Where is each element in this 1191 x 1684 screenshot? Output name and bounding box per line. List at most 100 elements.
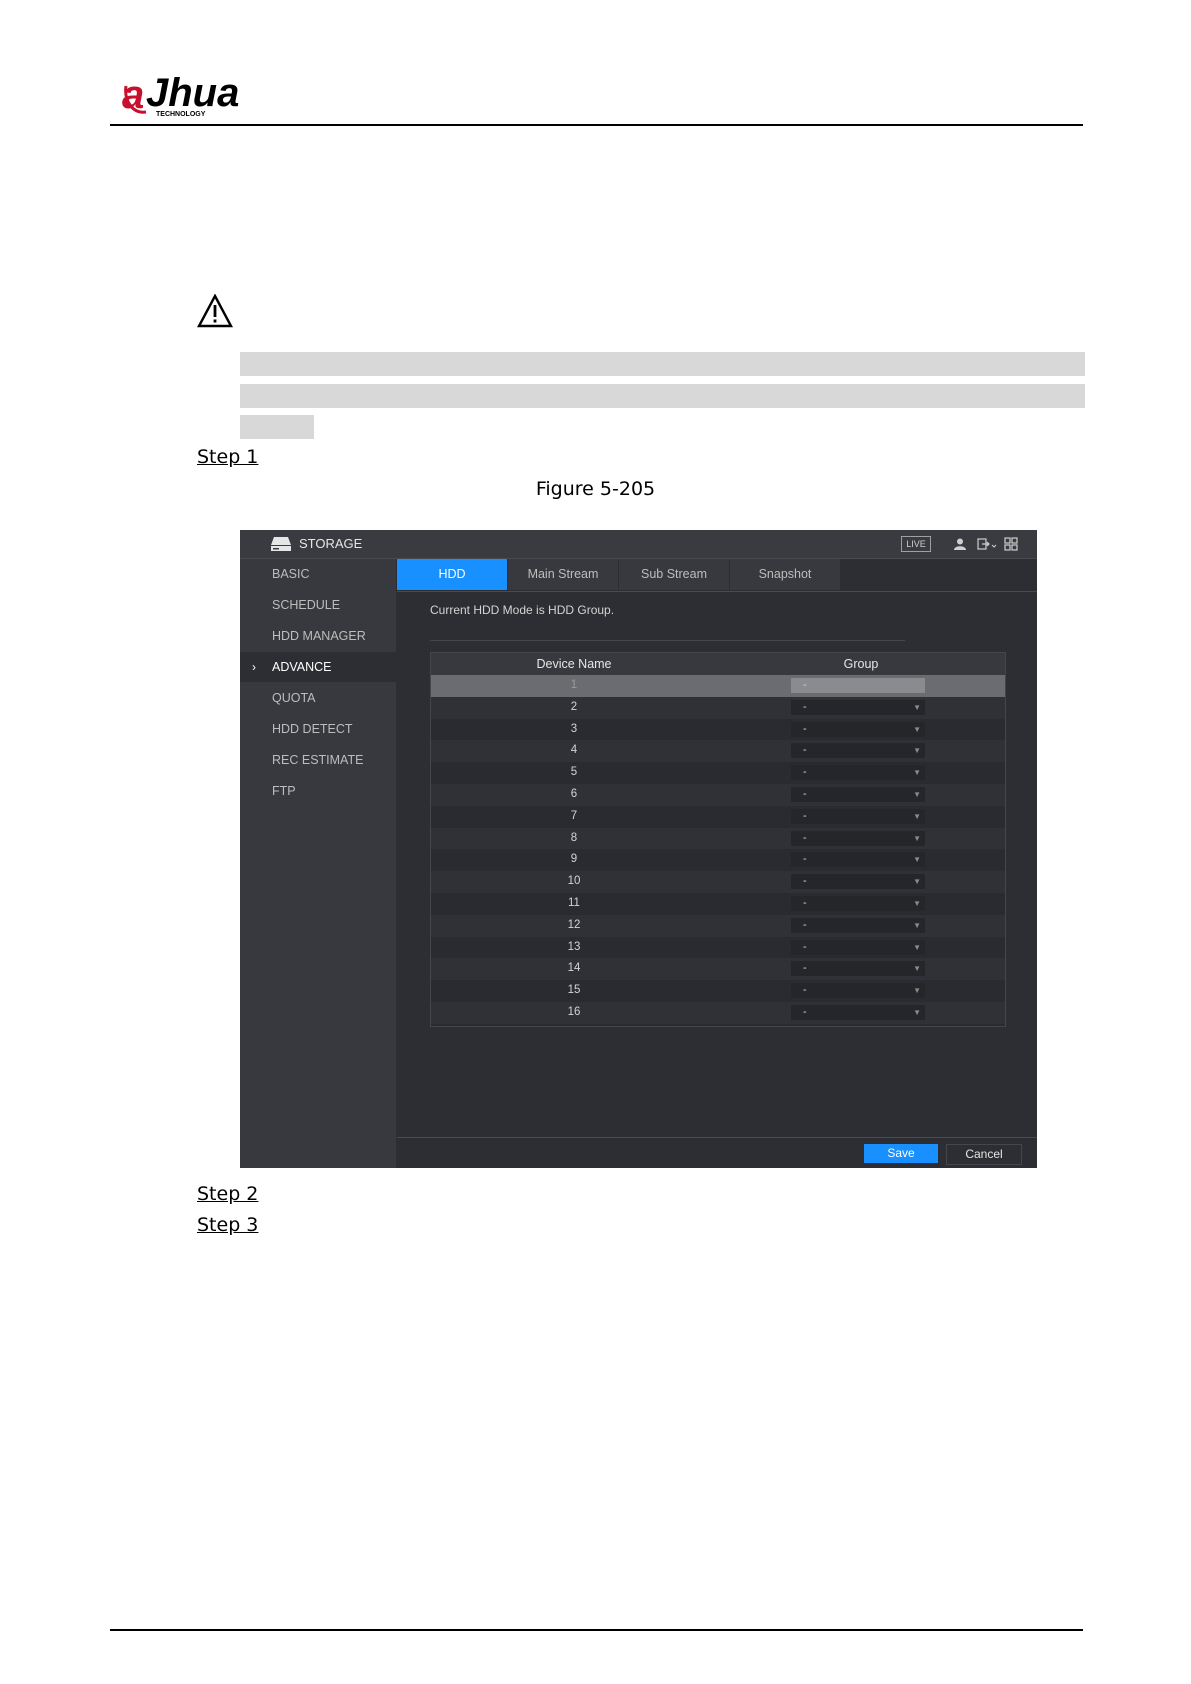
table-row[interactable]: 12 - ▼: [431, 914, 1005, 937]
device-name-cell: 1: [570, 679, 578, 691]
tab-main-stream[interactable]: Main Stream: [508, 559, 619, 590]
group-select[interactable]: - ▼: [791, 1005, 925, 1020]
table-row[interactable]: 6- ▼: [431, 784, 1005, 806]
table-row[interactable]: 4- ▼: [431, 740, 1005, 763]
table-row[interactable]: 2- ▼: [431, 696, 1005, 719]
table-header: Device Name Group: [431, 653, 1005, 675]
table-row[interactable]: 9- ▼: [431, 849, 1005, 871]
group-select[interactable]: - ▼: [791, 917, 925, 933]
group-value: -: [803, 766, 807, 779]
sidebar-item-schedule[interactable]: SCHEDULE: [240, 590, 396, 620]
cancel-button[interactable]: Cancel: [946, 1144, 1022, 1165]
group-select[interactable]: - ▼: [791, 743, 925, 759]
save-button[interactable]: Save: [864, 1144, 938, 1163]
group-value: -: [803, 700, 807, 713]
tab-hdd[interactable]: HDD: [397, 559, 508, 590]
sidebar-item-label: ADVANCE: [272, 660, 332, 674]
sidebar-item-hdd-detect[interactable]: HDD DETECT: [240, 714, 396, 744]
table-row[interactable]: 5 - ▼: [431, 762, 1005, 784]
group-select[interactable]: - ▼: [791, 896, 925, 911]
window-title: STORAGE: [299, 536, 363, 551]
device-name-cell: 14: [567, 962, 581, 975]
sidebar-item-quota[interactable]: QUOTA: [240, 683, 396, 713]
svg-text:Jhua: Jhua: [146, 71, 239, 115]
table-row[interactable]: 15 - ▼: [431, 980, 1005, 1002]
title-bar: STORAGE LIVE: [240, 530, 1037, 559]
device-name-cell: 15: [567, 984, 581, 997]
user-icon[interactable]: [953, 537, 967, 551]
redacted-text-bar: [240, 352, 1085, 376]
group-select[interactable]: - ▼: [791, 939, 925, 955]
device-name-cell: 3: [570, 722, 578, 735]
sidebar-item-label: HDD DETECT: [272, 722, 353, 736]
figure-caption: Figure 5-205: [535, 478, 656, 500]
chevron-down-icon: ▼: [913, 920, 921, 930]
group-value: -: [803, 875, 807, 888]
grid-menu-icon[interactable]: [1004, 537, 1018, 551]
device-name-cell: 13: [567, 940, 581, 953]
sidebar-item-hdd-manager[interactable]: HDD MANAGER: [240, 621, 396, 651]
chevron-down-icon: ▼: [913, 899, 921, 908]
sidebar-item-rec-estimate[interactable]: REC ESTIMATE: [240, 745, 396, 775]
group-select[interactable]: - ▼: [791, 808, 925, 824]
group-select[interactable]: - ▼: [791, 983, 925, 999]
device-name-cell: 4: [570, 744, 578, 757]
group-value: -: [803, 788, 807, 800]
tab-sub-stream[interactable]: Sub Stream: [619, 559, 730, 590]
sidebar-item-label: QUOTA: [272, 691, 316, 705]
group-select[interactable]: - ▼: [791, 787, 925, 802]
sidebar: BASIC SCHEDULE HDD MANAGER › ADVANCE QUOT…: [240, 559, 396, 1168]
table-row[interactable]: 1 - ▼: [431, 675, 1005, 697]
logout-icon[interactable]: [977, 537, 997, 551]
group-select[interactable]: - ▼: [791, 961, 925, 977]
group-select[interactable]: - ▼: [791, 699, 925, 715]
chevron-down-icon: ▼: [913, 964, 921, 974]
group-select[interactable]: - ▼: [791, 830, 925, 846]
chevron-down-icon: ▼: [913, 724, 921, 734]
svg-text:TECHNOLOGY: TECHNOLOGY: [156, 111, 206, 118]
group-select[interactable]: - ▼: [791, 765, 925, 781]
sidebar-item-ftp[interactable]: FTP: [240, 776, 396, 806]
table-row[interactable]: 14- ▼: [431, 958, 1005, 981]
chevron-down-icon: ▼: [913, 811, 921, 821]
table-row[interactable]: 7- ▼: [431, 806, 1005, 828]
sidebar-item-label: REC ESTIMATE: [272, 753, 364, 767]
sidebar-item-label: SCHEDULE: [272, 598, 341, 612]
table-row[interactable]: 13 - ▼: [431, 937, 1005, 959]
tab-snapshot[interactable]: Snapshot: [730, 559, 841, 590]
live-button[interactable]: LIVE: [901, 536, 931, 552]
table-row[interactable]: 16- ▼: [431, 1002, 1005, 1024]
header-rule: [110, 124, 1083, 126]
table-row[interactable]: 3 - ▼: [431, 719, 1005, 741]
sidebar-item-label: FTP: [272, 784, 296, 798]
group-value: -: [803, 744, 807, 757]
group-select[interactable]: - ▼: [791, 874, 925, 890]
group-value: -: [803, 679, 807, 691]
sidebar-item-label: HDD MANAGER: [272, 629, 366, 643]
group-value: -: [803, 962, 807, 975]
device-name-cell: 10: [567, 875, 581, 888]
device-name-cell: 11: [568, 897, 580, 909]
device-name-cell: 12: [567, 918, 581, 931]
chevron-down-icon: ▼: [913, 986, 921, 996]
chevron-right-icon: ›: [252, 660, 256, 674]
device-name-cell: 5: [570, 766, 578, 779]
divider: [430, 640, 905, 641]
chevron-down-icon: ▼: [913, 746, 921, 756]
chevron-down-icon: ▼: [913, 790, 921, 799]
step-label: Step 3: [197, 1214, 259, 1236]
group-value: -: [803, 853, 807, 866]
table-row[interactable]: 8 - ▼: [431, 827, 1005, 850]
device-name-cell: 8: [570, 831, 578, 844]
group-select[interactable]: - ▼: [791, 852, 925, 868]
table-row[interactable]: 10 - ▼: [431, 871, 1005, 893]
storage-icon: [271, 537, 291, 551]
column-header-group: Group: [843, 657, 879, 671]
table-row[interactable]: 11 - ▼: [431, 893, 1005, 915]
sidebar-item-advance[interactable]: › ADVANCE: [240, 652, 396, 682]
footer-rule: [110, 1629, 1083, 1631]
group-select[interactable]: - ▼: [791, 721, 925, 737]
chevron-down-icon: ▼: [913, 1008, 921, 1017]
sidebar-item-basic[interactable]: BASIC: [240, 559, 396, 589]
group-select[interactable]: - ▼: [791, 678, 925, 693]
